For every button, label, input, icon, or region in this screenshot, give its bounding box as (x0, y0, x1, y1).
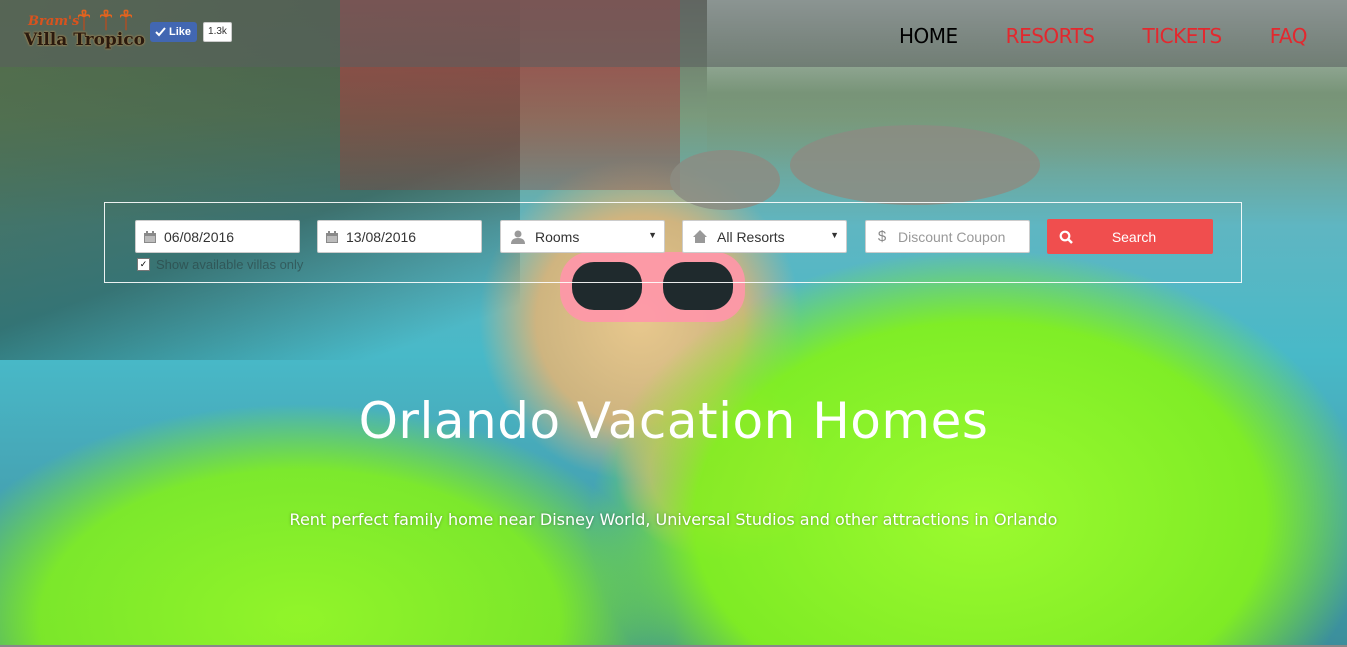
hero-rock (790, 125, 1040, 205)
caret-down-icon: ▼ (648, 230, 657, 240)
main-nav: HOME RESORTS TICKETS FAQ (851, 24, 1308, 48)
hero-title: Orlando Vacation Homes (358, 392, 989, 450)
user-icon (501, 230, 535, 244)
discount-coupon-placeholder: Discount Coupon (898, 228, 1006, 245)
discount-coupon-field[interactable]: $ Discount Coupon (865, 220, 1030, 253)
header-bar: Bram's Villa Tropico Like 1.3k HOME RESO… (0, 0, 1347, 67)
caret-down-icon: ▼ (830, 230, 839, 240)
calendar-icon (136, 230, 164, 243)
checkin-date-field[interactable]: 06/08/2016 (135, 220, 300, 253)
search-panel: 06/08/2016 13/08/2016 Rooms ▼ All Resort… (104, 202, 1242, 283)
checkout-date-value: 13/08/2016 (346, 228, 417, 245)
search-button[interactable]: Search (1047, 219, 1213, 254)
hero-background: Bram's Villa Tropico Like 1.3k HOME RESO… (0, 0, 1347, 647)
palm-tree-icon (78, 9, 90, 31)
palm-tree-icon (120, 9, 132, 31)
rooms-select[interactable]: Rooms ▼ (500, 220, 665, 253)
hero-subtitle: Rent perfect family home near Disney Wor… (289, 510, 1058, 529)
facebook-like-count: 1.3k (203, 22, 232, 42)
checkout-date-field[interactable]: 13/08/2016 (317, 220, 482, 253)
nav-item-home[interactable]: HOME (899, 24, 958, 48)
nav-item-faq[interactable]: FAQ (1270, 24, 1308, 48)
logo-script-text: Bram's (28, 14, 80, 29)
home-icon (683, 230, 717, 243)
logo-name-text: Villa Tropico (24, 30, 145, 50)
facebook-like-widget: Like 1.3k (150, 22, 232, 42)
hero-rock (670, 150, 780, 210)
calendar-icon (318, 230, 346, 243)
resort-select[interactable]: All Resorts ▼ (682, 220, 847, 253)
resort-select-value: All Resorts (717, 228, 785, 245)
available-villas-checkbox[interactable]: ✓ Show available villas only (137, 257, 303, 272)
search-button-label: Search (1111, 228, 1157, 245)
dollar-icon: $ (877, 228, 887, 245)
site-logo[interactable]: Bram's Villa Tropico (24, 8, 145, 60)
checkmark-icon (155, 27, 166, 37)
checkin-date-value: 06/08/2016 (164, 228, 235, 245)
rooms-select-value: Rooms (535, 228, 580, 245)
palm-tree-icon (100, 9, 112, 31)
checkbox-checked-icon[interactable]: ✓ (137, 258, 150, 271)
search-icon (1047, 230, 1085, 244)
nav-item-tickets[interactable]: TICKETS (1143, 24, 1223, 48)
facebook-like-button[interactable]: Like (150, 22, 198, 42)
available-villas-label: Show available villas only (156, 257, 304, 272)
nav-item-resorts[interactable]: RESORTS (1006, 24, 1095, 48)
facebook-like-label: Like (169, 26, 192, 38)
